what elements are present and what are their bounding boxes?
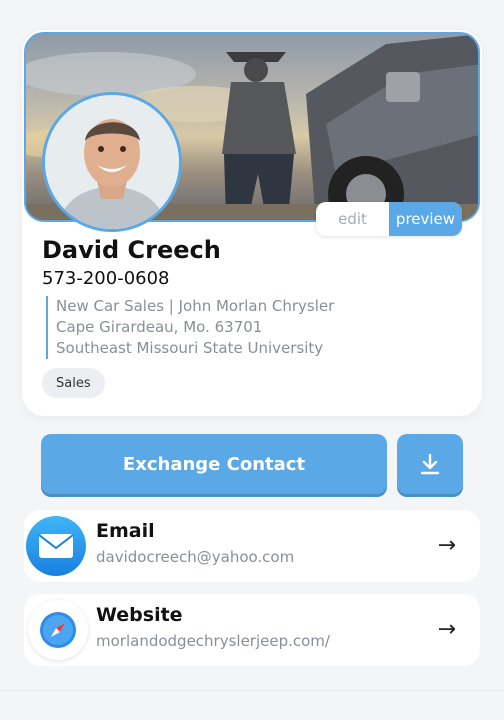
email-value: davidocreech@yahoo.com bbox=[96, 548, 295, 566]
edit-preview-toggle: edit preview bbox=[316, 202, 462, 236]
edit-tab[interactable]: edit bbox=[316, 202, 389, 236]
info-line-location: Cape Girardeau, Mo. 63701 bbox=[56, 318, 263, 336]
safari-compass-icon bbox=[28, 600, 88, 660]
exchange-contact-button[interactable]: Exchange Contact bbox=[41, 434, 387, 494]
divider bbox=[0, 690, 504, 691]
sales-tag: Sales bbox=[42, 368, 105, 398]
profile-name: David Creech bbox=[42, 236, 221, 264]
arrow-right-icon: → bbox=[437, 617, 456, 642]
website-link-row[interactable]: Website morlandodgechryslerjeep.com/ → bbox=[24, 594, 480, 666]
download-button[interactable] bbox=[397, 434, 463, 494]
website-value: morlandodgechryslerjeep.com/ bbox=[96, 632, 330, 650]
download-icon bbox=[420, 453, 440, 475]
info-line-company: New Car Sales | John Morlan Chrysler bbox=[56, 297, 335, 315]
email-title: Email bbox=[96, 520, 155, 542]
profile-info: New Car Sales | John Morlan Chrysler Cap… bbox=[46, 296, 334, 359]
arrow-right-icon: → bbox=[437, 533, 456, 558]
avatar[interactable] bbox=[42, 92, 182, 232]
email-link-row[interactable]: Email davidocreech@yahoo.com → bbox=[24, 510, 480, 582]
preview-tab[interactable]: preview bbox=[389, 202, 462, 236]
mail-icon bbox=[26, 516, 86, 576]
profile-phone[interactable]: 573-200-0608 bbox=[42, 268, 170, 289]
info-line-school: Southeast Missouri State University bbox=[56, 339, 324, 357]
website-title: Website bbox=[96, 604, 183, 626]
